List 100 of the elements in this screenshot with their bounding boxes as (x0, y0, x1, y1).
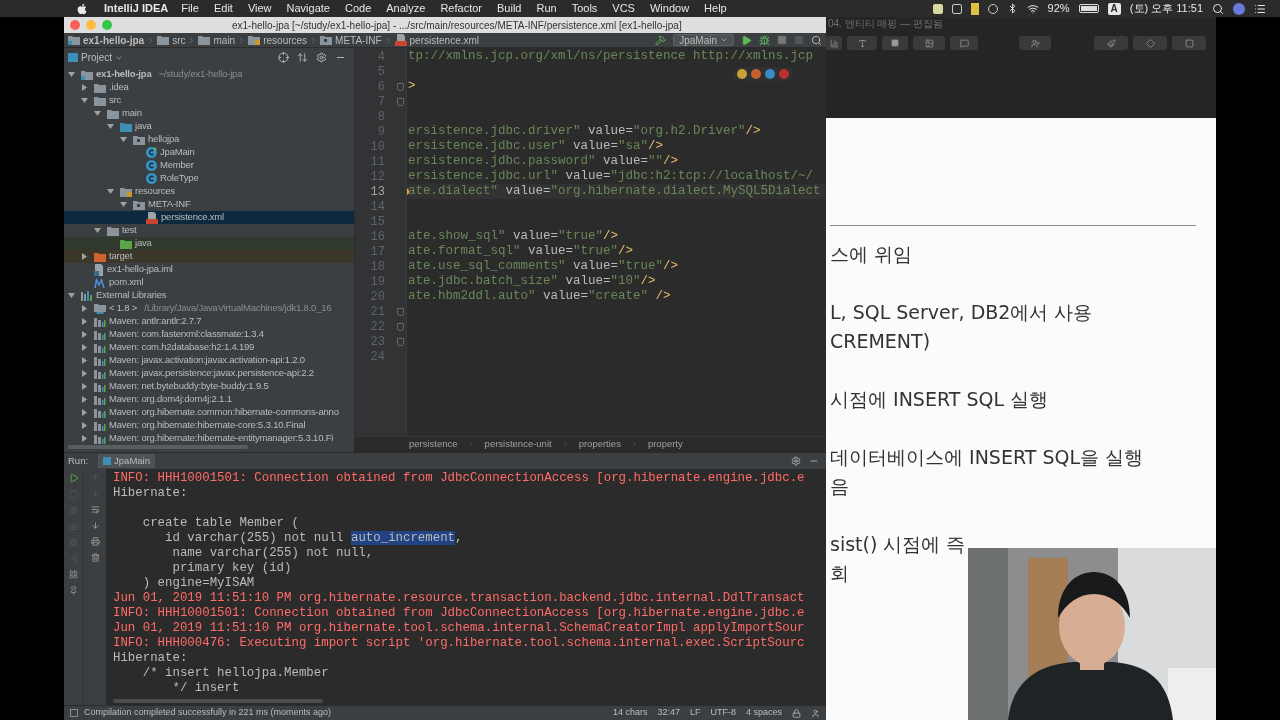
tree-item[interactable]: Maven: javax.activation:javax.activation-api:1.2.0 (64, 354, 354, 367)
tree-item[interactable]: Maven: org.hibernate:hibernate-core:5.3.10.Final (64, 419, 354, 432)
tree-item[interactable]: Maven: org.hibernate.common:hibernate-commons-anno (64, 406, 354, 419)
document-button[interactable] (1172, 36, 1206, 50)
breadcrumb-item[interactable]: persistence (409, 437, 458, 452)
breadcrumb-item[interactable]: persistence.xml (394, 32, 480, 48)
print-icon[interactable] (90, 537, 100, 546)
status-icon[interactable] (951, 3, 962, 14)
breadcrumb-item[interactable]: persistence-unit (484, 437, 552, 452)
fold-marker-icon[interactable] (397, 82, 404, 91)
status-item[interactable]: 14 chars (612, 706, 648, 720)
fold-marker-icon[interactable] (397, 97, 404, 106)
status-icon[interactable] (932, 3, 943, 14)
comment-button[interactable] (950, 36, 978, 50)
menu-item[interactable]: Refactor (440, 0, 482, 17)
build-icon[interactable] (655, 34, 667, 46)
status-item[interactable]: UTF-8 (710, 706, 736, 720)
tree-item[interactable]: Maven: net.bytebuddy:byte-buddy:1.9.5 (64, 380, 354, 393)
status-item[interactable]: 32:47 (657, 706, 680, 720)
tree-item[interactable]: Maven: org.dom4j:dom4j:2.1.1 (64, 393, 354, 406)
breadcrumb-item[interactable]: src (157, 32, 186, 48)
menu-item[interactable]: Analyze (386, 0, 426, 17)
collapsed-arrow-icon[interactable] (81, 84, 88, 91)
collapsed-arrow-icon[interactable] (81, 396, 88, 403)
tree-item[interactable]: Maven: javax.persistence:javax.persistence-api:2.2 (64, 367, 354, 380)
tree-item[interactable]: External Libraries (64, 289, 354, 302)
siri-icon[interactable] (1233, 2, 1245, 15)
search-icon[interactable] (811, 34, 822, 46)
collapsed-arrow-icon[interactable] (81, 253, 88, 260)
collapsed-arrow-icon[interactable] (81, 383, 88, 390)
tree-item[interactable]: main (64, 107, 354, 120)
collapsed-arrow-icon[interactable] (81, 422, 88, 429)
menu-item[interactable]: VCS (612, 0, 635, 17)
format-button[interactable] (1094, 36, 1128, 50)
collapse-icon[interactable] (297, 52, 308, 63)
collapsed-arrow-icon[interactable] (81, 331, 88, 338)
tree-item[interactable]: target (64, 250, 354, 263)
project-view-dropdown[interactable]: Project (68, 50, 124, 65)
apple-logo-icon[interactable] (76, 2, 88, 15)
person-icon[interactable] (811, 708, 820, 718)
layout-icon[interactable] (69, 570, 78, 579)
expanded-arrow-icon[interactable] (120, 201, 127, 208)
media-button[interactable] (913, 36, 945, 50)
expanded-arrow-icon[interactable] (81, 97, 88, 104)
chart-button[interactable] (826, 36, 842, 50)
collapsed-arrow-icon[interactable] (81, 357, 88, 364)
tree-item[interactable]: < 1.8 > /Library/Java/JavaVirtualMachines/jdk1.8.0_16 (64, 302, 354, 315)
text-button[interactable] (847, 36, 877, 50)
fold-marker-icon[interactable] (397, 337, 404, 346)
expanded-arrow-icon[interactable] (107, 123, 114, 130)
collaborate-button[interactable] (1019, 36, 1051, 50)
menu-item[interactable]: File (181, 0, 199, 17)
tree-item[interactable]: test (64, 224, 354, 237)
menu-item[interactable]: Tools (571, 0, 598, 17)
breadcrumb-item[interactable]: main (198, 32, 236, 48)
shape-button[interactable] (882, 36, 908, 50)
breadcrumb-item[interactable]: property (647, 437, 683, 452)
tree-item[interactable]: resources (64, 185, 354, 198)
trash-icon[interactable] (90, 553, 100, 562)
scroll-to-end-icon[interactable] (90, 521, 100, 530)
tree-item[interactable]: ex1-hello-jpa ~/study/ex1-hello-jpa (64, 68, 354, 81)
expanded-arrow-icon[interactable] (68, 292, 75, 299)
status-checkbox-icon[interactable] (70, 709, 78, 717)
tree-item[interactable]: ex1-hello-jpa.iml (64, 263, 354, 276)
menu-item[interactable]: Code (344, 0, 372, 17)
tree-item[interactable]: Maven: org.hibernate:hibernate-entitymanager:5.3.10.Fi (64, 432, 354, 445)
tree-item[interactable]: persistence.xml (64, 211, 354, 224)
debug-icon[interactable] (759, 34, 770, 46)
tree-item[interactable]: META-INF (64, 198, 354, 211)
tree-item[interactable]: Maven: com.h2database:h2:1.4.199 (64, 341, 354, 354)
collapsed-arrow-icon[interactable] (81, 344, 88, 351)
pin-icon[interactable] (69, 586, 78, 595)
app-menu[interactable]: IntelliJ IDEA (104, 0, 169, 17)
wifi-icon[interactable] (1026, 2, 1039, 15)
animate-button[interactable] (1133, 36, 1167, 50)
run-configuration-dropdown[interactable]: JpaMain (673, 34, 734, 46)
run-tab[interactable]: JpaMain (98, 454, 155, 468)
tree-item[interactable]: Maven: com.fasterxml:classmate:1.3.4 (64, 328, 354, 341)
menu-item[interactable]: Run (536, 0, 557, 17)
tree-item[interactable]: JpaMain (64, 146, 354, 159)
tree-item[interactable]: java (64, 237, 354, 250)
status-item[interactable]: LF (689, 706, 701, 720)
tree-item[interactable]: pom.xml (64, 276, 354, 289)
tree-item[interactable]: Member (64, 159, 354, 172)
tree-item[interactable]: RoleType (64, 172, 354, 185)
expanded-arrow-icon[interactable] (94, 110, 101, 117)
collapsed-arrow-icon[interactable] (81, 370, 88, 377)
run-icon[interactable] (741, 34, 752, 46)
input-source-indicator[interactable]: A (1107, 2, 1121, 15)
menu-item[interactable]: Edit (213, 0, 233, 17)
fold-marker-icon[interactable] (397, 307, 404, 316)
settings-icon[interactable] (791, 456, 801, 466)
status-item[interactable]: 4 spaces (745, 706, 782, 720)
search-icon[interactable] (1212, 2, 1224, 15)
collapsed-arrow-icon[interactable] (81, 409, 88, 416)
fold-marker-icon[interactable] (397, 322, 404, 331)
tree-item[interactable]: java (64, 120, 354, 133)
breadcrumb-item[interactable]: META-INF (320, 32, 382, 48)
collapsed-arrow-icon[interactable] (81, 305, 88, 312)
expanded-arrow-icon[interactable] (94, 227, 101, 234)
